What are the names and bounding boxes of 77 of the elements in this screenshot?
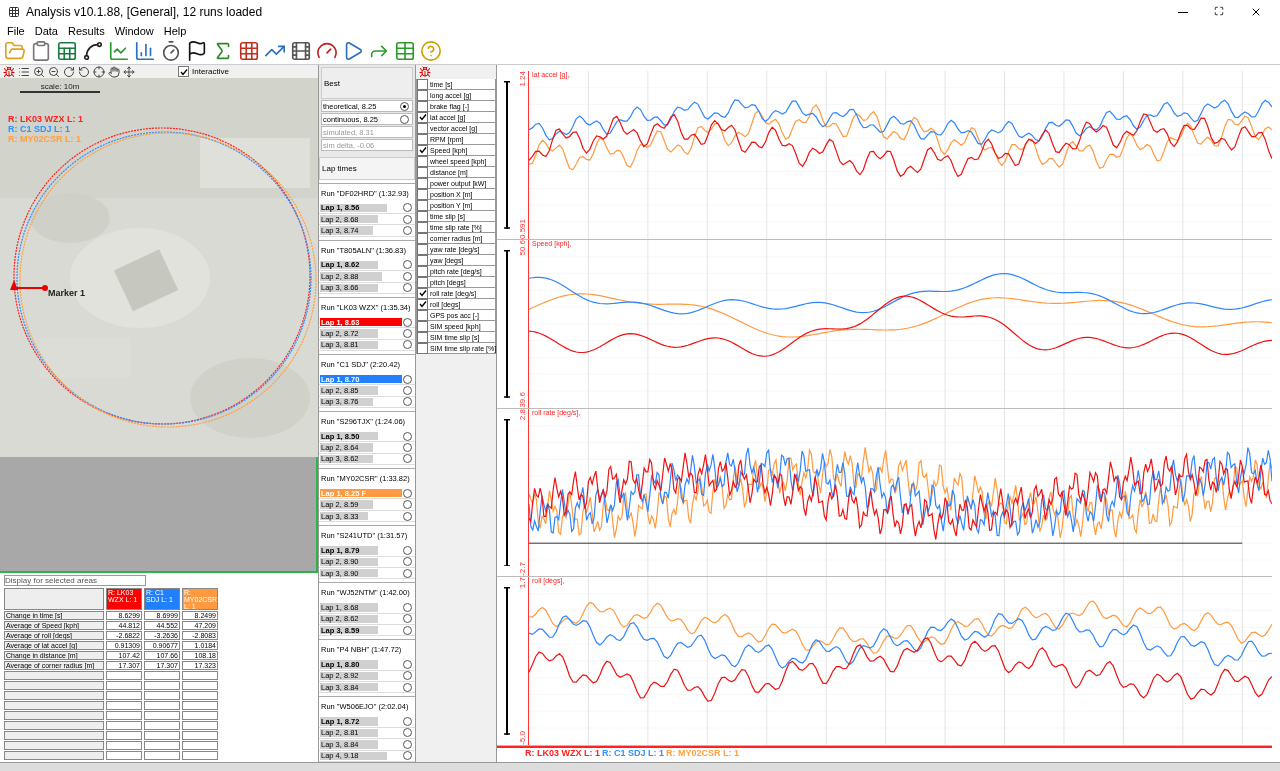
empty-cell: [106, 681, 142, 690]
clipboard-icon[interactable]: [30, 40, 52, 62]
empty-cell: [182, 721, 218, 730]
legend-text: R: MY02CSR L: 1: [8, 134, 82, 145]
empty-cell: [182, 681, 218, 690]
marker-label: Marker 1: [48, 288, 86, 299]
zoom-out-icon[interactable]: [48, 65, 60, 78]
menu-item[interactable]: Window: [114, 25, 154, 37]
film-icon[interactable]: [290, 40, 312, 62]
list-icon[interactable]: [18, 65, 30, 78]
empty-cell: [144, 731, 180, 740]
empty-cell: [144, 721, 180, 730]
axis-max: 1.24: [517, 71, 528, 87]
section-title: Lap times: [319, 157, 415, 180]
section-title: Best: [321, 67, 413, 99]
empty-cell: [106, 731, 142, 740]
spreadsheet-icon[interactable]: [56, 40, 78, 62]
menu-item[interactable]: Help: [163, 25, 187, 37]
interactive-checkbox[interactable]: [178, 66, 189, 78]
radio-button[interactable]: [400, 101, 409, 111]
bar-chart-icon[interactable]: [134, 40, 156, 62]
legend-text: R: MY02CSR L: 1: [666, 748, 740, 758]
empty-cell: [182, 671, 218, 680]
empty-cell: [144, 741, 180, 750]
menu-item[interactable]: File: [7, 25, 25, 37]
axis-max: 1.7: [517, 577, 528, 589]
empty-cell: [182, 701, 218, 710]
table-icon[interactable]: [394, 40, 416, 62]
empty-cell: [106, 691, 142, 700]
hand-icon[interactable]: [108, 65, 120, 78]
axis-min: 39.6: [517, 391, 528, 408]
empty-cell: [106, 671, 142, 680]
empty-cell: [182, 711, 218, 720]
app-icon: [8, 6, 20, 18]
axis-min: 0.591: [517, 218, 528, 239]
help-icon[interactable]: [420, 40, 442, 62]
radio-button[interactable]: [400, 114, 409, 124]
menu-item[interactable]: Data: [34, 25, 58, 37]
empty-cell: [144, 681, 180, 690]
legend-text: R: C1 SDJ L: 1: [602, 748, 665, 758]
stopwatch-icon[interactable]: [160, 40, 182, 62]
restore-icon[interactable]: [1214, 6, 1224, 16]
window-title: Analysis v10.1.88, [General], 12 runs loaded: [26, 5, 264, 19]
move-icon[interactable]: [123, 65, 135, 78]
empty-cell: [182, 741, 218, 750]
axis-max: 2.8: [517, 408, 528, 420]
legend-text: R: C1 SDJ L: 1: [8, 124, 71, 135]
dropdown[interactable]: Display for selected areas: [4, 575, 146, 586]
bug-icon[interactable]: [3, 65, 15, 78]
empty-cell: [182, 731, 218, 740]
empty-cell: [106, 711, 142, 720]
empty-cell: [182, 691, 218, 700]
empty-cell: [144, 711, 180, 720]
menu-item[interactable]: Results: [68, 25, 105, 37]
line-chart-icon[interactable]: [108, 40, 130, 62]
rotate-icon[interactable]: [63, 65, 75, 78]
empty-cell: [144, 671, 180, 680]
zoom-in-icon[interactable]: [33, 65, 45, 78]
axis-min: -5.0: [517, 731, 528, 745]
flag-icon[interactable]: [186, 40, 208, 62]
crosshair-icon[interactable]: [93, 65, 105, 78]
grid-icon[interactable]: [238, 40, 260, 62]
legend-text: R: LK03 WZX L: 1: [525, 748, 600, 758]
rotate-back-icon[interactable]: [78, 65, 90, 78]
marker-arrow: [10, 280, 48, 292]
empty-cell: [144, 691, 180, 700]
empty-cell: [144, 701, 180, 710]
legend-text: R: LK03 WZX L: 1: [8, 114, 83, 125]
axis-min: -2.7: [517, 562, 528, 577]
bug-icon[interactable]: [419, 66, 431, 78]
axis-max: 50.6: [517, 239, 528, 256]
checkbox-label: Interactive: [192, 67, 229, 77]
empty-cell: [106, 701, 142, 710]
scale-label: scale: 10m: [20, 82, 100, 94]
empty-cell: [106, 721, 142, 730]
close-icon[interactable]: [1250, 6, 1262, 18]
empty-cell: [106, 741, 142, 750]
